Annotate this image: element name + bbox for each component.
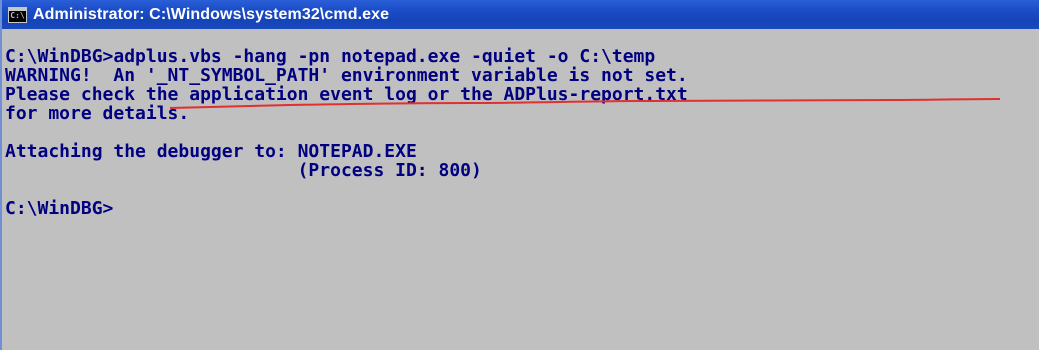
- console-line-prompt: C:\WinDBG>: [5, 198, 114, 219]
- console-line-command: C:\WinDBG>adplus.vbs -hang -pn notepad.e…: [5, 46, 656, 67]
- console-line-process-id: (Process ID: 800): [5, 160, 482, 181]
- title-bar[interactable]: C:\ Administrator: C:\Windows\system32\c…: [2, 0, 1039, 29]
- console-line-warning: WARNING! An '_NT_SYMBOL_PATH' environmen…: [5, 65, 688, 86]
- console-line-blank-2: [5, 180, 1039, 199]
- console-line-attaching: Attaching the debugger to: NOTEPAD.EXE: [5, 141, 417, 162]
- cmd-window: C:\ Administrator: C:\Windows\system32\c…: [0, 0, 1039, 350]
- window-title: Administrator: C:\Windows\system32\cmd.e…: [33, 5, 390, 23]
- cmd-icon-bar: [9, 7, 26, 11]
- red-underline-annotation: [170, 98, 1000, 109]
- cmd-icon-glyph: C:\: [10, 11, 25, 20]
- console-area[interactable]: C:\WinDBG>adplus.vbs -hang -pn notepad.e…: [2, 29, 1039, 350]
- cmd-icon[interactable]: C:\: [8, 6, 27, 23]
